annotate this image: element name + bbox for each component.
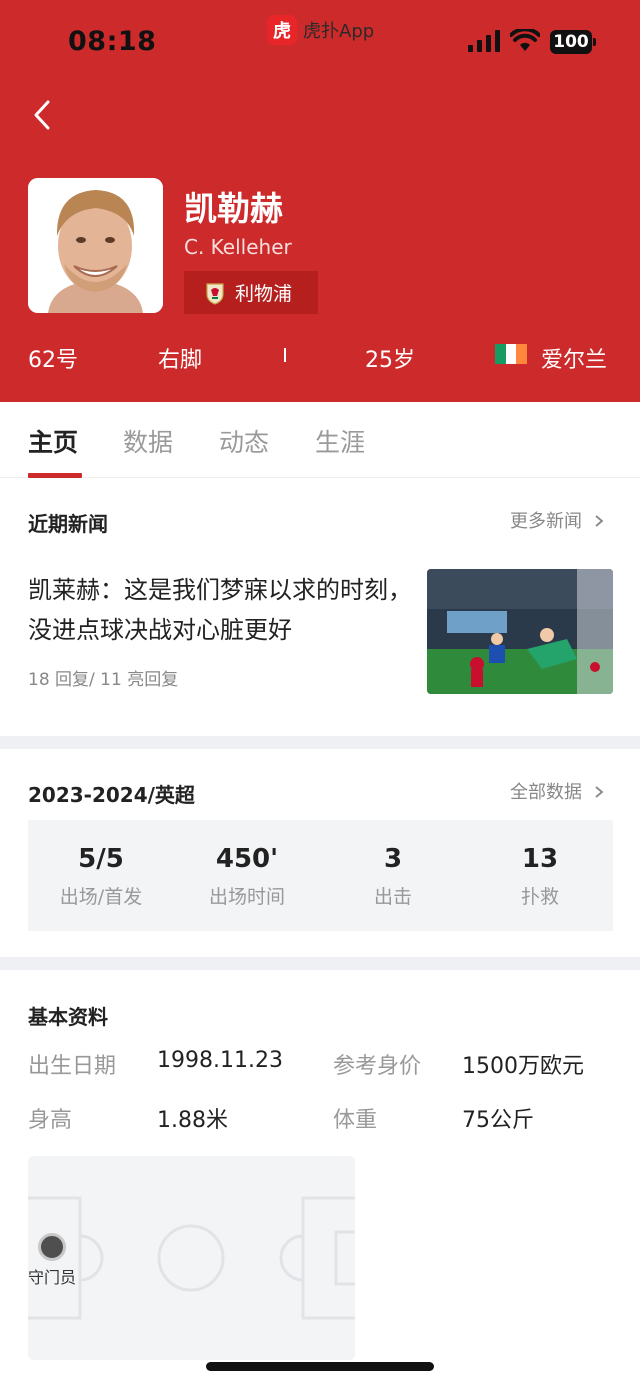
section-gap [0,736,640,749]
season-title: 2023-2024/英超 [28,783,195,807]
player-name-en: C. Kelleher [184,235,292,259]
stat-value: 5/5 [78,844,124,874]
club-name: 利物浦 [235,283,293,305]
club-badge[interactable]: 利物浦 [184,271,318,314]
all-data-label: 全部数据 [510,782,582,803]
section-gap [0,957,640,970]
weight-value: 75公斤 [462,1108,534,1133]
player-name-cn: 凯勒赫 [184,189,283,228]
divider [284,348,286,362]
season-stats: 5/5 出场/首发 450' 出场时间 3 出击 13 扑救 [28,820,613,931]
goalkeeper-position-marker [38,1233,66,1261]
weight-label: 体重 [333,1108,378,1133]
market-value-label: 参考身价 [333,1054,422,1079]
tab-home[interactable]: 主页 [28,423,78,459]
stat-label: 扑救 [520,886,559,908]
cellular-signal-icon [468,30,500,52]
basic-info-title: 基本资料 [28,1005,108,1029]
market-value-value: 1500万欧元 [462,1054,584,1079]
nationality: 爱尔兰 [541,348,608,373]
battery-level: 100 [550,30,592,54]
more-news-link[interactable]: 更多新闻 [510,507,604,533]
stat-value: 3 [383,844,403,874]
height-label: 身高 [28,1108,73,1133]
back-arrow-icon[interactable] [28,98,56,132]
player-info-row: 62号 右脚 25岁 爱尔兰 [0,338,640,373]
liverpool-crest-icon [206,282,224,305]
tab-career[interactable]: 生涯 [315,423,365,459]
player-header: 08:18 虎 虎扑App 100 凯勒赫 C. Kelleher 利物浦 62… [0,0,640,402]
news-thumbnail[interactable] [427,569,613,694]
tab-data[interactable]: 数据 [123,423,173,459]
player-age: 25岁 [365,348,415,373]
stat-appearances: 5/5 出场/首发 [28,844,174,909]
position-pitch [28,1156,355,1360]
stat-label: 出击 [373,886,412,908]
tab-active-indicator [28,473,82,478]
preferred-foot: 右脚 [158,348,203,373]
more-news-label: 更多新闻 [510,511,582,532]
home-indicator[interactable] [206,1362,434,1371]
stat-value: 13 [521,844,559,874]
chevron-right-icon [595,786,604,798]
news-meta: 18 回复/ 11 亮回复 [28,670,179,690]
hupu-logo-icon: 虎 [267,15,297,45]
stat-value: 450' [215,844,279,874]
stat-sweeper-actions: 3 出击 [320,844,466,909]
stat-label: 出场时间 [208,886,285,908]
chevron-right-icon [595,515,604,527]
stat-minutes: 450' 出场时间 [174,844,320,909]
status-bar: 08:18 虎 虎扑App 100 [0,0,640,80]
news-section-title: 近期新闻 [28,512,108,536]
tab-bar: 主页 数据 动态 生涯 [0,402,640,478]
tab-news[interactable]: 动态 [219,423,269,459]
battery-icon: 100 [550,30,596,54]
app-name: 虎扑App [303,21,375,42]
all-data-link[interactable]: 全部数据 [510,778,604,804]
position-label: 守门员 [28,1268,77,1287]
stat-label: 出场/首发 [59,886,143,908]
news-headline[interactable]: 凯莱赫：这是我们梦寐以求的时刻，没进点球决战对心脏更好 [28,570,418,650]
ireland-flag-icon [495,344,528,364]
status-time: 08:18 [68,26,157,57]
birth-date-label: 出生日期 [28,1054,117,1079]
birth-date-value: 1998.11.23 [157,1048,283,1073]
app-badge[interactable]: 虎 虎扑App [267,15,374,45]
wifi-icon [510,29,540,51]
player-photo [28,178,163,313]
shirt-number: 62号 [28,348,78,373]
height-value: 1.88米 [157,1108,228,1133]
stat-saves: 13 扑救 [467,844,613,909]
